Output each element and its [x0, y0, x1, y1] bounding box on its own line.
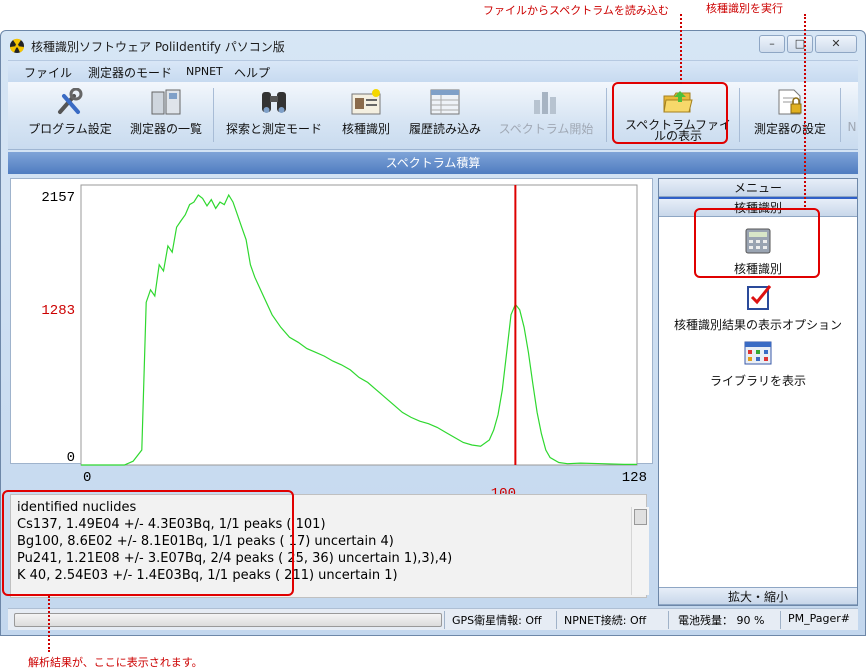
toolbar-separator: [213, 88, 214, 142]
zoom-header[interactable]: 拡大・縮小: [659, 587, 857, 605]
search-measure-button[interactable]: 探索と測定モード: [220, 82, 328, 148]
checklist-icon: [747, 285, 772, 310]
status-separator: [668, 611, 669, 629]
minimize-button[interactable]: –: [759, 35, 785, 53]
side-menu-header[interactable]: メニュー: [659, 179, 857, 197]
device-settings-button[interactable]: 測定器の設定: [746, 82, 834, 148]
spectrum-chart-panel: 2157128300128100: [10, 178, 653, 502]
identify-toolbar-label: 核種識別: [341, 122, 390, 136]
side-item-display-options[interactable]: 核種識別結果の表示オプション: [659, 283, 857, 333]
tools-icon: [58, 88, 83, 114]
more-toolbar-label: N: [847, 120, 857, 134]
x-tick-label: 0: [83, 470, 91, 486]
menu-file[interactable]: ファイル: [24, 64, 72, 81]
annotation-line-results: [48, 596, 50, 652]
spectrum-start-button[interactable]: スペクトラム開始: [492, 82, 600, 148]
annotation-load-spectrum: ファイルからスペクトラムを読み込む: [483, 4, 669, 17]
menu-npnet[interactable]: NPNET: [186, 65, 223, 78]
id-card-icon: [351, 89, 381, 115]
section-title: スペクトラム積算: [8, 152, 858, 174]
x-tick-label: 128: [622, 470, 647, 486]
toolbar: プログラム設定 測定器の一覧 探索と測定モード 核種識別 履歴読み込み スペクト…: [8, 82, 858, 150]
status-separator: [444, 611, 445, 629]
plot-area: [80, 184, 638, 466]
toolbar-separator: [606, 88, 607, 142]
devices-icon: [151, 89, 181, 115]
toolbar-separator: [840, 88, 841, 142]
search-measure-label: 探索と測定モード: [225, 122, 322, 136]
scroll-thumb[interactable]: [634, 509, 647, 525]
menu-help[interactable]: ヘルプ: [234, 64, 270, 81]
program-settings-label: プログラム設定: [28, 122, 112, 136]
annotation-results: 解析結果が、ここに表示されます。: [28, 656, 203, 669]
history-label: 履歴読み込み: [408, 122, 481, 136]
program-settings-button[interactable]: プログラム設定: [20, 82, 120, 148]
y-tick-label: 2157: [41, 190, 75, 206]
spectrum-chart[interactable]: 2157128300128100: [11, 179, 652, 502]
bar-chart-icon: [534, 92, 556, 114]
y-tick-label: 1283: [41, 303, 75, 319]
window-title: 核種識別ソフトウェア PoliIdentify パソコン版: [31, 40, 285, 54]
pager-status: PM_Pager#: [788, 612, 850, 625]
more-toolbar-button[interactable]: N: [846, 82, 858, 148]
radiation-app-icon: [10, 38, 24, 53]
status-separator: [780, 611, 781, 629]
highlight-results: [2, 490, 294, 596]
annotation-run-identify: 核種識別を実行: [706, 2, 783, 15]
battery-status: 電池残量： 90 %: [678, 614, 765, 627]
side-item-label: ライブラリを表示: [709, 374, 806, 388]
history-table-icon: [430, 89, 460, 115]
title-bar[interactable]: 核種識別ソフトウェア PoliIdentify パソコン版 – □ ✕: [1, 31, 865, 61]
binoculars-icon: [262, 92, 286, 113]
maximize-button[interactable]: □: [787, 35, 813, 53]
device-list-button[interactable]: 測定器の一覧: [124, 82, 208, 148]
status-separator: [556, 611, 557, 629]
highlight-identify: [694, 208, 820, 278]
side-item-show-library[interactable]: ライブラリを表示: [659, 339, 857, 389]
y-tick-label: 0: [67, 450, 75, 466]
npnet-status: NPNET接続: Off: [564, 614, 647, 627]
device-settings-label: 測定器の設定: [753, 122, 826, 136]
output-scrollbar[interactable]: [631, 507, 649, 595]
progress-bar: [14, 613, 442, 627]
annotation-line-identify: [804, 14, 806, 210]
locked-document-icon: [778, 89, 802, 115]
history-button[interactable]: 履歴読み込み: [404, 82, 486, 148]
menu-bar: ファイル 測定器のモード NPNET ヘルプ: [8, 60, 858, 82]
device-list-label: 測定器の一覧: [129, 122, 202, 136]
library-grid-icon: [744, 341, 772, 365]
annotation-line-load: [680, 14, 682, 84]
menu-device-mode[interactable]: 測定器のモード: [88, 64, 172, 81]
identify-toolbar-button[interactable]: 核種識別: [334, 82, 398, 148]
gps-status: GPS衛星情報: Off: [452, 614, 542, 627]
spectrum-start-label: スペクトラム開始: [498, 122, 594, 136]
status-bar: GPS衛星情報: Off NPNET接続: Off 電池残量： 90 % PM_…: [8, 608, 858, 630]
side-item-label: 核種識別結果の表示オプション: [673, 318, 842, 332]
highlight-spectrum-file: [612, 82, 728, 144]
close-button[interactable]: ✕: [815, 35, 857, 53]
toolbar-separator: [739, 88, 740, 142]
